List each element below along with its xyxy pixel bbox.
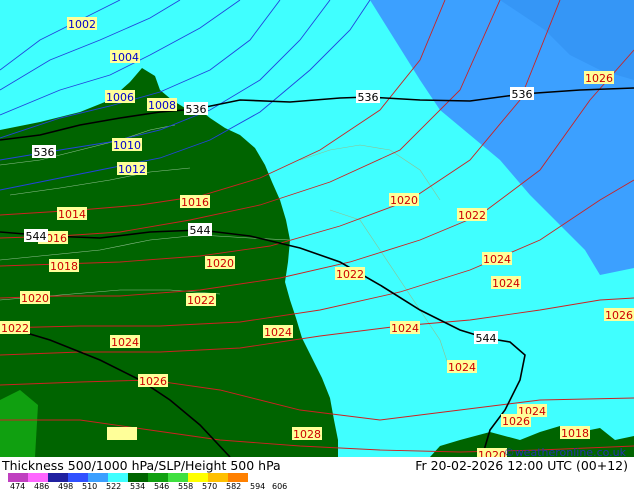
legend-swatch [188,473,208,482]
svg-text:1016: 1016 [181,196,209,209]
svg-text:1024: 1024 [111,336,139,349]
isobar-label: 1022 [0,321,30,335]
svg-text:1008: 1008 [148,99,176,112]
svg-text:536: 536 [34,146,55,159]
svg-text:1020: 1020 [478,449,506,457]
svg-text:1002: 1002 [68,18,96,31]
svg-text:1022: 1022 [336,268,364,281]
height-label: 544 [474,331,498,345]
svg-text:1012: 1012 [118,163,146,176]
legend-swatch [208,473,228,482]
height-label: 536 [356,90,380,104]
svg-text:1014: 1014 [58,208,86,221]
legend-swatch [68,473,88,482]
svg-text:1020: 1020 [206,257,234,270]
isobar-label: 1024 [110,335,140,349]
isobar-label: 1020 [477,448,507,457]
isobar-label: 1020 [389,193,419,207]
svg-text:1024: 1024 [448,361,476,374]
svg-text:1020: 1020 [390,194,418,207]
valid-datetime: Fr 20-02-2026 12:00 UTC (00+12) [415,458,628,473]
svg-text:1026: 1026 [139,375,167,388]
svg-text:1020: 1020 [21,292,49,305]
svg-text:1004: 1004 [111,51,139,64]
isobar-label: 1018 [49,259,79,273]
svg-text:1024: 1024 [492,277,520,290]
height-label: 536 [32,145,56,159]
isobar-label: 1024 [491,276,521,290]
svg-text:1024: 1024 [483,253,511,266]
isobar-label: 1012 [117,162,147,176]
isobar-label: 1022 [457,208,487,222]
height-label: 544 [24,229,48,243]
isobar-label: 1028 [292,427,322,441]
svg-text:1024: 1024 [264,326,292,339]
isobar-label: 1024 [390,321,420,335]
legend-colorbar [8,473,248,482]
map-footer: ©weatheronline.co.uk Thickness 500/1000 … [0,446,634,491]
isobar-label: 1018 [560,426,590,440]
svg-text:1026: 1026 [502,415,530,428]
legend-swatch [108,473,128,482]
legend-swatch [128,473,148,482]
map-title: Thickness 500/1000 hPa/SLP/Height 500 hP… [2,458,281,473]
isobar-label: 1014 [57,207,87,221]
svg-text:544: 544 [476,332,497,345]
svg-text:1026: 1026 [585,72,613,85]
svg-text:1010: 1010 [113,139,141,152]
legend-swatch [148,473,168,482]
svg-text:1024: 1024 [391,322,419,335]
isobar-label: 1024 [482,252,512,266]
height-label: 544 [188,223,212,237]
svg-text:1026: 1026 [605,309,633,322]
svg-text:544: 544 [26,230,47,243]
legend-swatch [8,473,28,482]
legend-swatch [48,473,68,482]
svg-text:544: 544 [190,224,211,237]
svg-text:1022: 1022 [458,209,486,222]
svg-text:1022: 1022 [187,294,215,307]
svg-text:1018: 1018 [561,427,589,440]
svg-text:1028: 1028 [293,428,321,441]
isobar-label: 1024 [263,325,293,339]
isobar-label: 1006 [105,90,135,104]
svg-text:1006: 1006 [106,91,134,104]
isobar-label: 1004 [110,50,140,64]
isobar-label: 1016 [180,195,210,209]
isobar-label: 1026 [501,414,531,428]
weather-map: 1002 1004 1006 1008 1010 1012 1014 1016 … [0,0,634,457]
height-label: 536 [510,87,534,101]
svg-text:1018: 1018 [50,260,78,273]
isobar-label: 1022 [335,267,365,281]
legend-swatch [28,473,48,482]
isobar-label: 1002 [67,17,97,31]
height-label: 536 [184,102,208,116]
isobar-label: 1026 [604,308,634,322]
svg-text:536: 536 [358,91,379,104]
isobar-label: 1020 [205,256,235,270]
isobar-label: 1024 [447,360,477,374]
svg-text:1022: 1022 [1,322,29,335]
svg-text:536: 536 [186,103,207,116]
isobar-label: 1022 [186,293,216,307]
isobar-label [107,427,137,440]
legend-swatch [88,473,108,482]
svg-text:536: 536 [512,88,533,101]
isobar-label: 1010 [112,138,142,152]
isobar-label: 1026 [138,374,168,388]
isobar-label: 1020 [20,291,50,305]
isobar-label: 1026 [584,71,614,85]
legend-swatch [168,473,188,482]
isobar-label: 1008 [147,98,177,112]
legend-swatch [228,473,248,482]
